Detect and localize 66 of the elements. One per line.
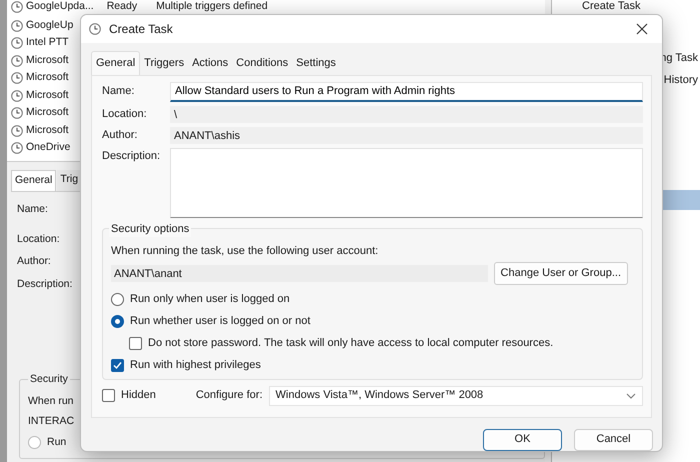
configure-dropdown[interactable]: Windows Vista™, Windows Server™ 2008 [268,386,643,406]
account-field: ANANT\anant [111,264,488,282]
clock-icon [11,72,23,84]
task-name[interactable]: Microsoft [26,88,69,104]
field-label: Description: [17,277,72,292]
tab[interactable]: General [91,51,140,74]
checkbox-label: Do not store password. The task will only have access to local computer resources. [148,336,554,352]
clock-icon [11,37,23,50]
field-label: Description: [102,148,162,164]
field-label: Location: [102,106,148,122]
task-name[interactable]: GoogleUp [26,18,74,34]
task-name[interactable]: Microsoft [26,105,69,122]
tab[interactable]: General [11,170,56,191]
clock-icon [89,23,101,35]
clock-icon [11,107,23,120]
tab[interactable]: Actions [188,51,232,74]
tab[interactable]: Settings [292,51,340,74]
radio-label: Run [47,434,66,450]
cancel-button[interactable]: Cancel [574,428,653,450]
field-label: Configure for: [196,388,263,404]
checkbox[interactable] [129,337,142,350]
checkbox[interactable] [111,359,124,372]
field-label: Author: [102,128,138,143]
label-text: INTERAC [28,414,74,429]
task-name[interactable]: Intel PTT [26,35,69,52]
location-value: \ [170,106,643,122]
name-field[interactable]: Allow Standard users to Run a Program with Admin rights [170,82,643,102]
radio-button[interactable] [28,436,41,449]
task-name[interactable]: Microsoft [26,70,69,86]
radio-label: Run only when user is logged on [130,292,290,308]
close-icon [636,23,648,35]
clock-icon [11,20,23,32]
clock-icon [11,124,23,137]
tab[interactable]: Trig [57,170,82,191]
field-label: Name: [17,202,48,217]
clock-icon [11,90,23,102]
window-title: Create Task [109,21,173,38]
change-user-button[interactable]: Change User or Group... [494,262,628,284]
field-label: Location: [17,232,60,246]
ok-button[interactable]: OK [483,428,562,450]
description-field[interactable] [170,148,643,218]
label-text: When run [28,394,74,409]
selected-row [662,190,700,210]
radio-label: Run whether user is logged on or not [130,314,310,330]
chevron-icon [626,392,636,398]
clock-icon [11,54,23,67]
task-status: Ready [106,0,138,14]
task-name[interactable]: OneDrive [26,140,70,156]
action-link[interactable]: History [664,72,698,88]
field-label: Name: [102,84,136,100]
field-label: Author: [17,254,51,270]
action-link[interactable]: Create Task [582,0,640,14]
task-name[interactable]: Microsoft [26,52,69,69]
checkbox[interactable] [102,389,115,402]
clock-icon [11,142,23,154]
tab[interactable]: Triggers [140,51,188,74]
radio-button[interactable] [111,293,124,306]
checkbox-label: Run with highest privileges [130,358,261,374]
task-name[interactable]: GoogleUpda... [26,0,94,14]
task-triggers: Multiple triggers defined [156,0,268,14]
task-name[interactable]: Microsoft [26,122,69,139]
tab[interactable]: Conditions [232,51,292,74]
checkbox-label: Hidden [121,388,156,404]
radio-button[interactable] [111,315,124,328]
prompt-text: When running the task, use the following user account: [111,244,380,258]
author-value: ANANT\ashis [170,126,643,144]
